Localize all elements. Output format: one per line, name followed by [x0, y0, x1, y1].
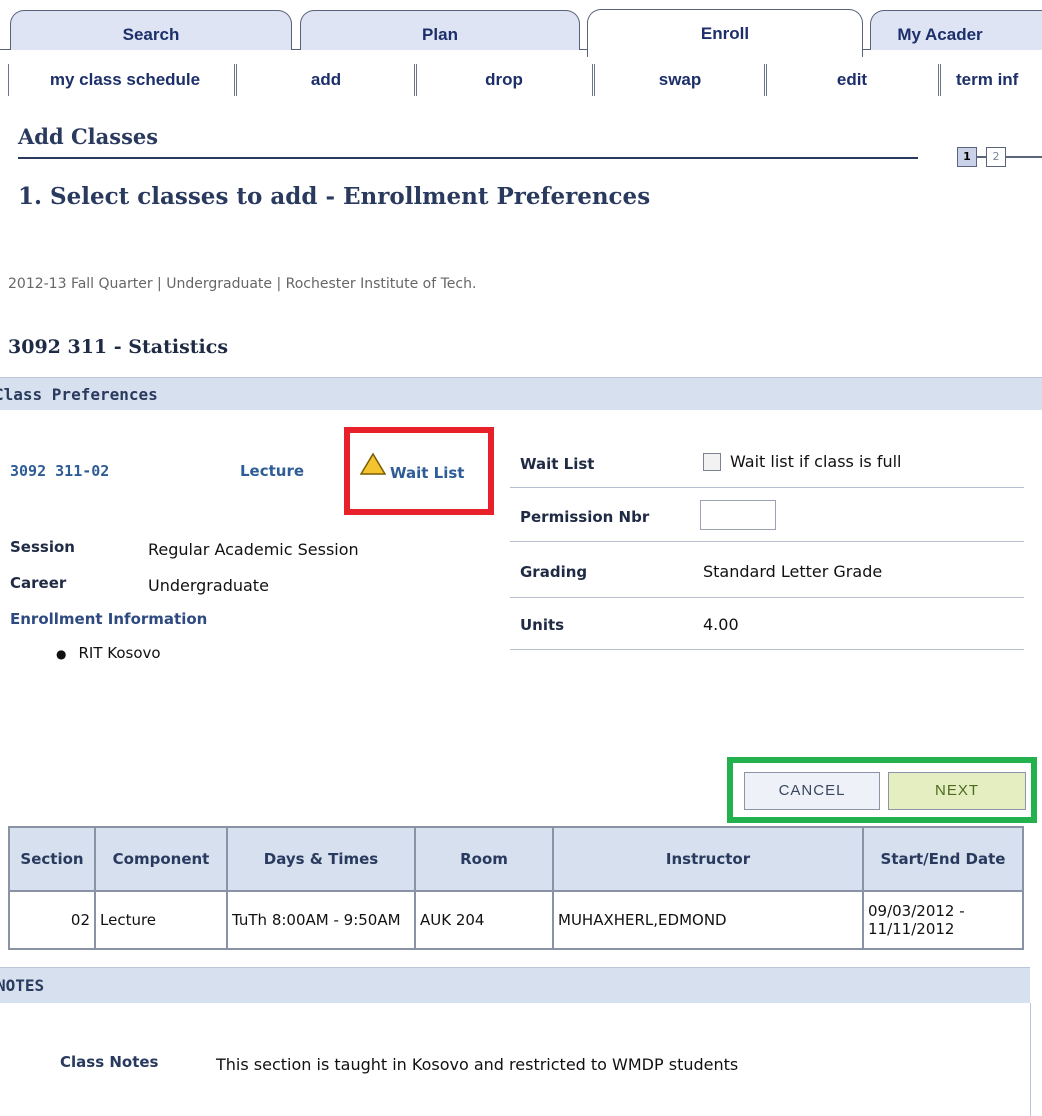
grading-value: Standard Letter Grade: [703, 562, 883, 581]
column-header-section: Section: [8, 826, 96, 892]
term-info: 2012-13 Fall Quarter | Undergraduate | R…: [8, 276, 477, 292]
table-header-row: Section Component Days & Times Room Inst…: [8, 826, 1024, 892]
wait-list-checkbox[interactable]: [703, 453, 721, 471]
cell-section: 02: [8, 890, 96, 950]
subtab-swap[interactable]: swap: [596, 62, 764, 98]
cell-room: AUK 204: [414, 890, 554, 950]
subtab-edit[interactable]: edit: [768, 62, 936, 98]
permission-nbr-input[interactable]: [700, 500, 776, 530]
cell-days-times: TuTh 8:00AM - 9:50AM: [226, 890, 416, 950]
column-header-component: Component: [94, 826, 228, 892]
row-divider: [510, 649, 1024, 650]
component-link: Lecture: [240, 462, 305, 480]
row-divider: [510, 487, 1024, 488]
course-title: 3092 311 - Statistics: [8, 336, 229, 358]
column-header-days-times: Days & Times: [226, 826, 416, 892]
title-divider: [18, 157, 918, 159]
enrollment-info-text: RIT Kosovo: [78, 644, 161, 662]
subtab-my-class-schedule[interactable]: my class schedule: [20, 62, 230, 98]
grading-label: Grading: [520, 563, 588, 581]
subtab-separator: [764, 64, 767, 96]
tab-my-academics-label: My Acader: [897, 25, 983, 44]
class-notes-label: Class Notes: [60, 1053, 159, 1071]
next-button[interactable]: NEXT: [888, 772, 1026, 810]
step-connector: [1006, 156, 1042, 158]
step-1-indicator: 1: [957, 147, 977, 167]
career-value: Undergraduate: [148, 576, 269, 595]
cell-instructor: MUHAXHERL,EDMOND: [552, 890, 864, 950]
wait-list-link[interactable]: Wait List: [390, 464, 464, 482]
row-divider: [510, 597, 1024, 598]
enrollment-information-label: Enrollment Information: [10, 610, 208, 628]
column-header-room: Room: [414, 826, 554, 892]
notes-border: [1030, 1003, 1031, 1116]
bullet-icon: ●: [56, 647, 67, 661]
column-header-instructor: Instructor: [552, 826, 864, 892]
units-value: 4.00: [703, 615, 739, 634]
session-value: Regular Academic Session: [148, 540, 359, 559]
career-label: Career: [10, 574, 67, 592]
column-header-start-end-date: Start/End Date: [862, 826, 1024, 892]
row-divider: [510, 541, 1024, 542]
section-table: Section Component Days & Times Room Inst…: [8, 826, 1024, 950]
warning-icon: [359, 452, 387, 480]
section-code: 3092 311-02: [10, 462, 110, 480]
permission-nbr-label: Permission Nbr: [520, 508, 650, 526]
class-preferences-header: Class Preferences: [0, 377, 1042, 410]
subtab-add[interactable]: add: [238, 62, 414, 98]
notes-header-label: NOTES: [0, 976, 45, 995]
subtab-edge: [8, 64, 11, 96]
page-title: Add Classes: [18, 124, 159, 149]
notes-header: NOTES: [0, 967, 1030, 1003]
subtab-drop[interactable]: drop: [418, 62, 590, 98]
cell-start-end-date: 09/03/2012 - 11/11/2012: [862, 890, 1024, 950]
subtab-separator: [234, 64, 237, 96]
class-notes-text: This section is taught in Kosovo and res…: [216, 1055, 739, 1074]
subtab-separator: [414, 64, 417, 96]
class-preferences-header-label: Class Preferences: [0, 385, 158, 404]
tab-my-academics[interactable]: My Acader: [870, 10, 1042, 50]
cancel-button[interactable]: CANCEL: [744, 772, 880, 810]
tab-plan[interactable]: Plan: [300, 10, 580, 50]
step-2-indicator: 2: [986, 147, 1006, 167]
subtab-term-info[interactable]: term inf: [942, 62, 1042, 98]
cell-component: Lecture: [94, 890, 228, 950]
subtab-separator: [592, 64, 595, 96]
units-label: Units: [520, 616, 565, 634]
step-connector: [977, 156, 986, 158]
wait-list-label: Wait List: [520, 455, 595, 473]
wait-list-checkbox-label: Wait list if class is full: [730, 452, 902, 471]
tab-search[interactable]: Search: [10, 10, 292, 50]
step-heading: 1. Select classes to add - Enrollment Pr…: [18, 183, 651, 210]
session-label: Session: [10, 538, 75, 556]
enrollment-info-item: ● RIT Kosovo: [56, 644, 161, 662]
subtab-separator: [938, 64, 941, 96]
table-row: 02 Lecture TuTh 8:00AM - 9:50AM AUK 204 …: [8, 890, 1024, 950]
